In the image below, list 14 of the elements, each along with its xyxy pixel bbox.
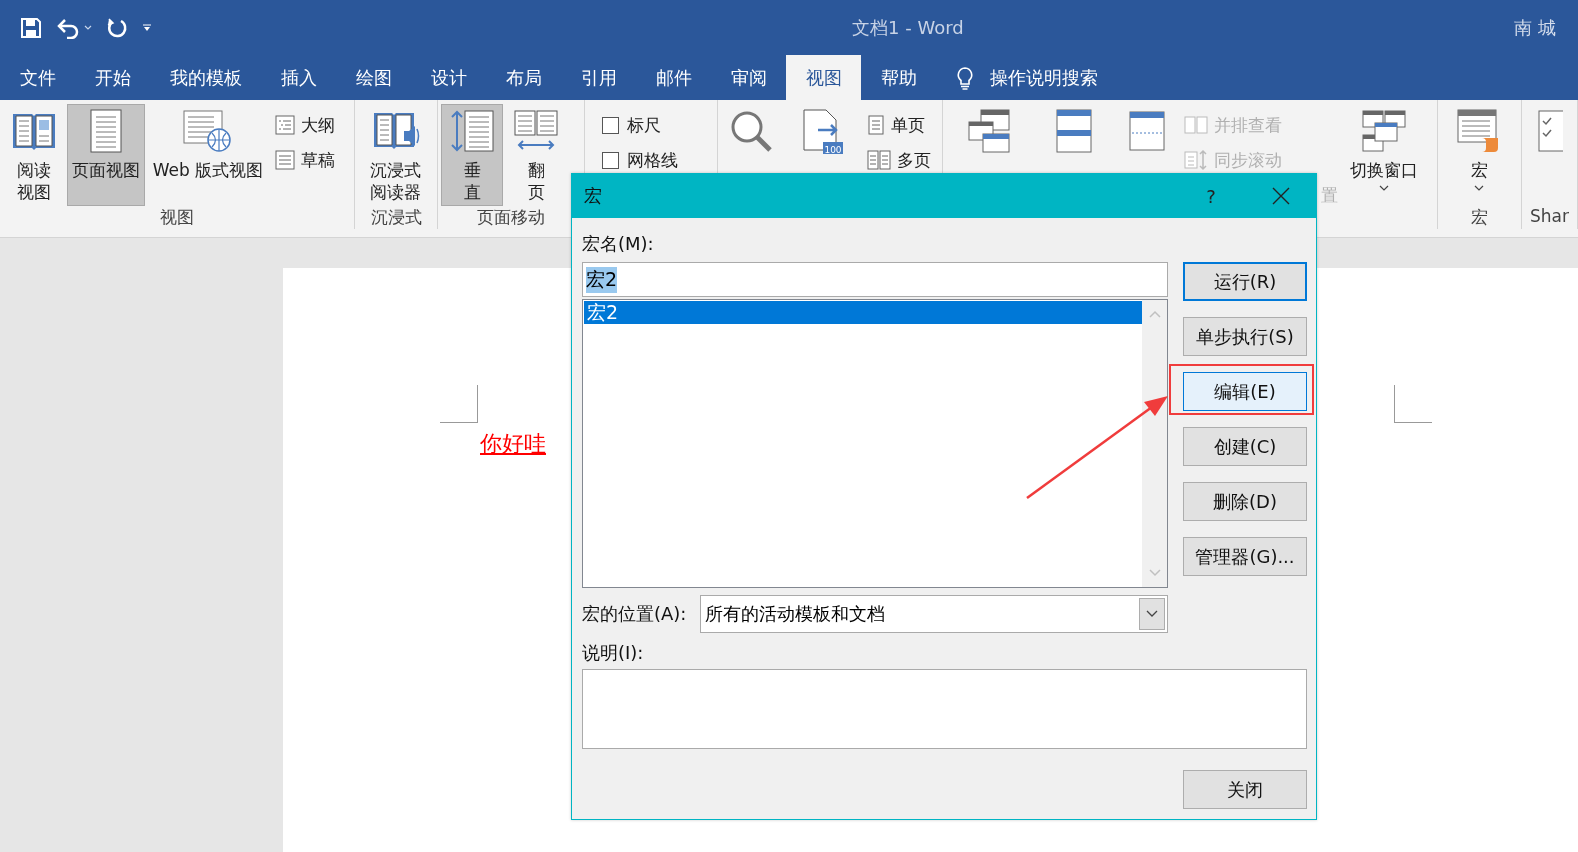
group-label: 视图 [159,206,195,229]
macro-location-label: 宏的位置(A): [582,602,687,626]
group-label: 宏 [1470,206,1489,229]
document-text: 你好哇 [480,430,546,458]
dialog-title: 宏 [584,184,602,208]
group-label: 页面移动 [476,206,546,229]
checkbox-label: 标尺 [627,113,661,137]
checkbox-label: 网格线 [627,148,678,172]
group-label: 沉浸式 [369,206,423,229]
window-title: 文档1 - Word [852,15,964,40]
description-label: 说明(I): [582,641,645,665]
macro-name-label: 宏名(M): [582,232,655,256]
group-label: Shar [1529,206,1570,228]
zoom-level-text: 100 [823,145,843,155]
